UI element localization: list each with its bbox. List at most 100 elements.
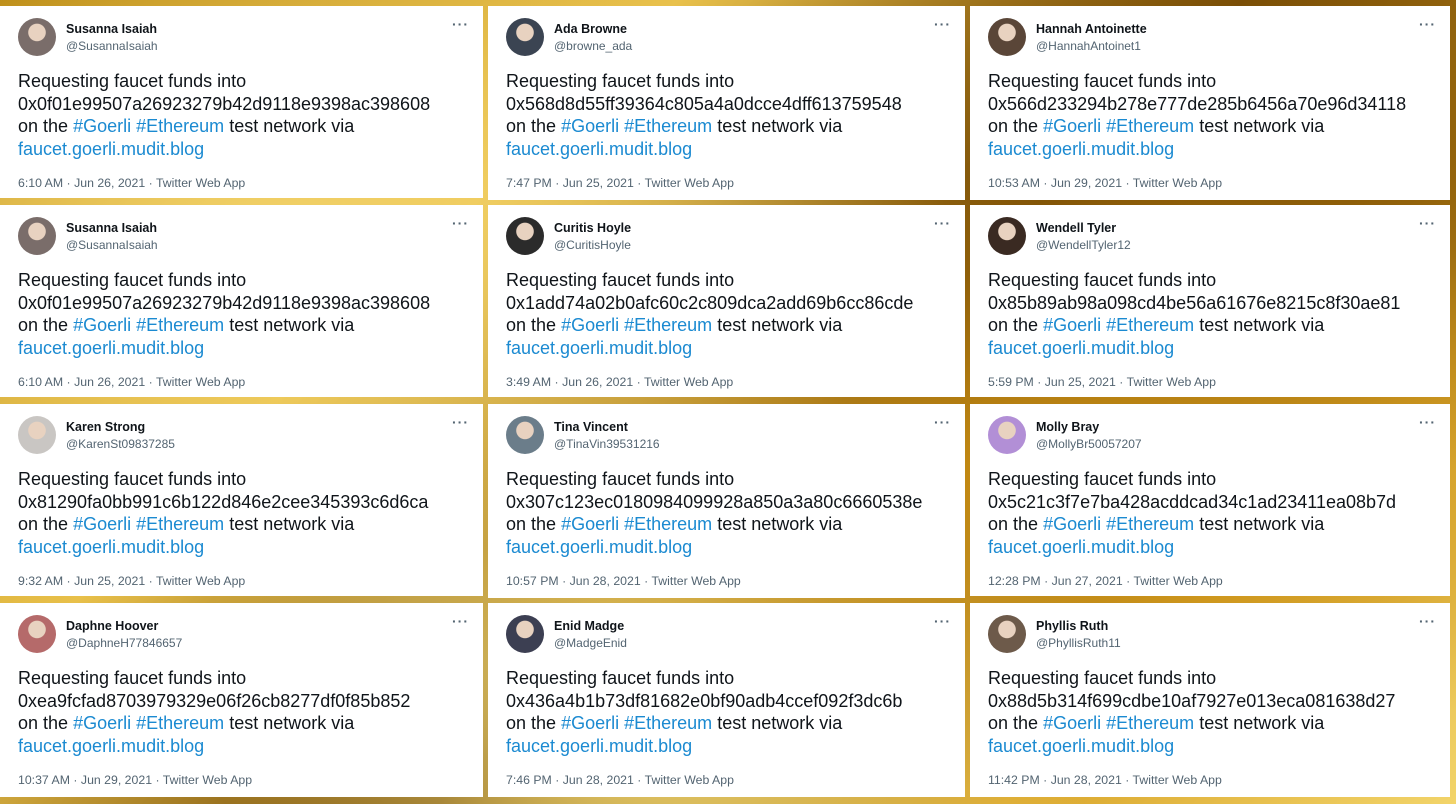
more-options-icon[interactable]: ··· (452, 215, 469, 231)
hashtag-goerli-link[interactable]: #Goerli (561, 315, 619, 335)
tweet-card[interactable]: Tina Vincent @TinaVin39531216 ··· Reques… (488, 404, 965, 598)
tweet-card[interactable]: Ada Browne @browne_ada ··· Requesting fa… (488, 6, 965, 200)
author-name[interactable]: Susanna Isaiah (66, 221, 157, 235)
tweet-time[interactable]: 10:57 PM (506, 574, 559, 588)
more-options-icon[interactable]: ··· (934, 613, 951, 629)
tweet-date[interactable]: Jun 28, 2021 (563, 773, 634, 787)
author-handle[interactable]: @SusannaIsaiah (66, 39, 158, 53)
avatar[interactable] (18, 217, 56, 255)
faucet-url-link[interactable]: faucet.goerli.mudit.blog (988, 139, 1174, 159)
source-app-link[interactable]: Twitter Web App (163, 773, 252, 787)
avatar[interactable] (988, 416, 1026, 454)
avatar[interactable] (18, 615, 56, 653)
faucet-url-link[interactable]: faucet.goerli.mudit.blog (506, 736, 692, 756)
author-name[interactable]: Daphne Hoover (66, 619, 158, 633)
tweet-card[interactable]: Susanna Isaiah @SusannaIsaiah ··· Reques… (0, 205, 483, 397)
author-name[interactable]: Enid Madge (554, 619, 624, 633)
faucet-url-link[interactable]: faucet.goerli.mudit.blog (988, 736, 1174, 756)
avatar[interactable] (988, 615, 1026, 653)
author-name[interactable]: Karen Strong (66, 420, 145, 434)
faucet-url-link[interactable]: faucet.goerli.mudit.blog (18, 338, 204, 358)
hashtag-ethereum-link[interactable]: #Ethereum (136, 713, 224, 733)
avatar[interactable] (18, 416, 56, 454)
more-options-icon[interactable]: ··· (934, 414, 951, 430)
tweet-card[interactable]: Karen Strong @KarenSt09837285 ··· Reques… (0, 404, 483, 596)
author-handle[interactable]: @PhyllisRuth11 (1036, 636, 1121, 650)
hashtag-ethereum-link[interactable]: #Ethereum (624, 713, 712, 733)
tweet-card[interactable]: Enid Madge @MadgeEnid ··· Requesting fau… (488, 603, 965, 797)
more-options-icon[interactable]: ··· (1419, 16, 1436, 32)
hashtag-ethereum-link[interactable]: #Ethereum (1106, 315, 1194, 335)
tweet-time[interactable]: 7:47 PM (506, 176, 552, 190)
author-handle[interactable]: @browne_ada (554, 39, 632, 53)
hashtag-ethereum-link[interactable]: #Ethereum (624, 315, 712, 335)
avatar[interactable] (506, 217, 544, 255)
faucet-url-link[interactable]: faucet.goerli.mudit.blog (18, 139, 204, 159)
more-options-icon[interactable]: ··· (1419, 414, 1436, 430)
author-name[interactable]: Molly Bray (1036, 420, 1099, 434)
faucet-url-link[interactable]: faucet.goerli.mudit.blog (506, 139, 692, 159)
faucet-url-link[interactable]: faucet.goerli.mudit.blog (988, 537, 1174, 557)
author-handle[interactable]: @DaphneH77846657 (66, 636, 182, 650)
author-handle[interactable]: @HannahAntoinet1 (1036, 39, 1141, 53)
hashtag-ethereum-link[interactable]: #Ethereum (624, 514, 712, 534)
hashtag-ethereum-link[interactable]: #Ethereum (624, 116, 712, 136)
tweet-time[interactable]: 9:32 AM (18, 574, 63, 588)
tweet-date[interactable]: Jun 27, 2021 (1052, 574, 1123, 588)
author-handle[interactable]: @CuritisHoyle (554, 238, 631, 252)
faucet-url-link[interactable]: faucet.goerli.mudit.blog (506, 537, 692, 557)
hashtag-goerli-link[interactable]: #Goerli (1043, 116, 1101, 136)
tweet-time[interactable]: 6:10 AM (18, 375, 63, 389)
tweet-time[interactable]: 6:10 AM (18, 176, 63, 190)
hashtag-goerli-link[interactable]: #Goerli (561, 514, 619, 534)
hashtag-goerli-link[interactable]: #Goerli (1043, 315, 1101, 335)
hashtag-ethereum-link[interactable]: #Ethereum (1106, 514, 1194, 534)
tweet-time[interactable]: 3:49 AM (506, 375, 551, 389)
tweet-date[interactable]: Jun 25, 2021 (563, 176, 634, 190)
author-handle[interactable]: @SusannaIsaiah (66, 238, 158, 252)
hashtag-ethereum-link[interactable]: #Ethereum (1106, 713, 1194, 733)
hashtag-ethereum-link[interactable]: #Ethereum (136, 315, 224, 335)
source-app-link[interactable]: Twitter Web App (156, 176, 245, 190)
tweet-time[interactable]: 7:46 PM (506, 773, 552, 787)
avatar[interactable] (506, 615, 544, 653)
tweet-card[interactable]: Susanna Isaiah @SusannaIsaiah ··· Reques… (0, 6, 483, 198)
author-name[interactable]: Susanna Isaiah (66, 22, 157, 36)
tweet-card[interactable]: Wendell Tyler @WendellTyler12 ··· Reques… (970, 205, 1450, 397)
more-options-icon[interactable]: ··· (452, 16, 469, 32)
author-name[interactable]: Hannah Antoinette (1036, 22, 1147, 36)
source-app-link[interactable]: Twitter Web App (645, 176, 734, 190)
more-options-icon[interactable]: ··· (1419, 613, 1436, 629)
author-handle[interactable]: @KarenSt09837285 (66, 437, 175, 451)
avatar[interactable] (988, 217, 1026, 255)
hashtag-ethereum-link[interactable]: #Ethereum (1106, 116, 1194, 136)
hashtag-goerli-link[interactable]: #Goerli (73, 514, 131, 534)
tweet-time[interactable]: 10:37 AM (18, 773, 70, 787)
source-app-link[interactable]: Twitter Web App (1127, 375, 1216, 389)
tweet-card[interactable]: Curitis Hoyle @CuritisHoyle ··· Requesti… (488, 205, 965, 397)
author-name[interactable]: Wendell Tyler (1036, 221, 1116, 235)
hashtag-goerli-link[interactable]: #Goerli (73, 315, 131, 335)
author-name[interactable]: Phyllis Ruth (1036, 619, 1108, 633)
tweet-date[interactable]: Jun 26, 2021 (562, 375, 633, 389)
tweet-card[interactable]: Phyllis Ruth @PhyllisRuth11 ··· Requesti… (970, 603, 1450, 797)
tweet-time[interactable]: 11:42 PM (988, 773, 1040, 787)
author-name[interactable]: Ada Browne (554, 22, 627, 36)
hashtag-goerli-link[interactable]: #Goerli (1043, 514, 1101, 534)
faucet-url-link[interactable]: faucet.goerli.mudit.blog (988, 338, 1174, 358)
source-app-link[interactable]: Twitter Web App (1133, 176, 1222, 190)
source-app-link[interactable]: Twitter Web App (1133, 773, 1222, 787)
hashtag-goerli-link[interactable]: #Goerli (561, 116, 619, 136)
hashtag-goerli-link[interactable]: #Goerli (1043, 713, 1101, 733)
more-options-icon[interactable]: ··· (452, 414, 469, 430)
more-options-icon[interactable]: ··· (934, 215, 951, 231)
tweet-time[interactable]: 10:53 AM (988, 176, 1040, 190)
tweet-time[interactable]: 12:28 PM (988, 574, 1041, 588)
tweet-date[interactable]: Jun 29, 2021 (81, 773, 152, 787)
hashtag-goerli-link[interactable]: #Goerli (561, 713, 619, 733)
tweet-date[interactable]: Jun 26, 2021 (74, 375, 145, 389)
hashtag-ethereum-link[interactable]: #Ethereum (136, 514, 224, 534)
hashtag-ethereum-link[interactable]: #Ethereum (136, 116, 224, 136)
tweet-date[interactable]: Jun 25, 2021 (74, 574, 145, 588)
avatar[interactable] (506, 416, 544, 454)
